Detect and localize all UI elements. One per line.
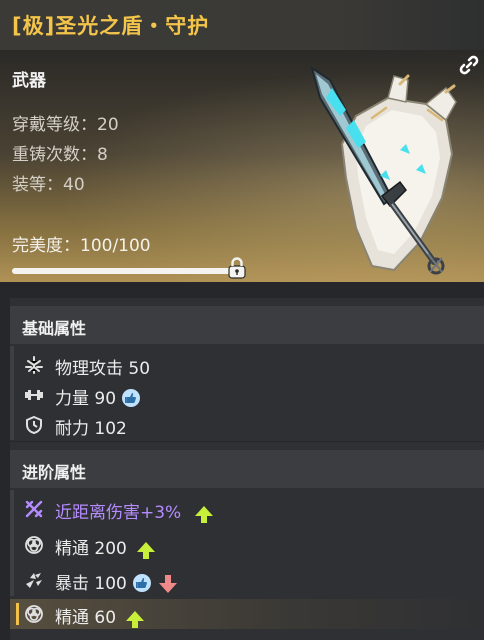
- advanced-attr-row-highlighted[interactable]: 精通 60: [10, 599, 484, 629]
- title-bar: [极]圣光之盾・守护: [0, 0, 484, 51]
- base-attr-row: 力量 90: [10, 380, 484, 410]
- selection-indicator: [16, 603, 19, 625]
- thumbs-up-icon: [132, 574, 151, 592]
- advanced-attr-label: 精通 200: [55, 534, 155, 559]
- base-attributes-header: 基础属性: [10, 306, 484, 344]
- advanced-attr-row: 精通 200: [10, 530, 484, 560]
- shield-clock-icon: [26, 415, 42, 435]
- arrow-down-icon: [158, 575, 177, 593]
- crossed-swords-icon: [25, 500, 43, 518]
- mastery-rings-icon: [25, 605, 43, 623]
- dumbbell-icon: [25, 390, 43, 400]
- arrow-up-icon: [195, 506, 214, 523]
- advanced-attributes-header: 进阶属性: [10, 450, 484, 488]
- perfection-label: 完美度：100/100: [12, 236, 151, 256]
- item-hero-panel: 武器 穿戴等级：20 重铸次数：8 装等：40 完美度：100/100: [0, 50, 484, 282]
- advanced-attr-row: 暴击 100: [10, 565, 484, 595]
- stat-gear-score: 装等：40: [12, 175, 85, 195]
- lock-icon[interactable]: [227, 257, 247, 279]
- perfection-bar: [12, 268, 236, 274]
- base-attr-label: 物理攻击 50: [55, 359, 151, 379]
- arrow-up-icon: [136, 542, 155, 559]
- thumbs-up-icon: [122, 389, 141, 407]
- arrow-up-icon: [126, 611, 145, 628]
- weapon-illustration: [310, 65, 457, 275]
- base-attr-row: 物理攻击 50: [10, 350, 484, 380]
- perfection-bar-fill: [12, 268, 236, 274]
- item-tooltip: [极]圣光之盾・守护 武器 穿戴等级：20 重铸次数：8 装等：40 完美度：1…: [0, 0, 484, 640]
- advanced-attr-row: 近距离伤害+3%: [10, 494, 484, 524]
- advanced-attributes-title: 进阶属性: [22, 463, 87, 482]
- advanced-attr-label: 暴击 100: [55, 569, 177, 594]
- base-attr-row: 耐力 102: [10, 410, 484, 440]
- stat-wear-level: 穿戴等级：20: [12, 115, 119, 135]
- advanced-attr-label: 近距离伤害+3%: [55, 498, 214, 523]
- item-category: 武器: [12, 71, 46, 91]
- stat-reforge-count: 重铸次数：8: [12, 145, 108, 165]
- base-attributes-title: 基础属性: [22, 319, 87, 338]
- base-attr-label: 力量 90: [55, 384, 141, 409]
- item-title: [极]圣光之盾・守护: [12, 14, 210, 38]
- advanced-attr-label: 精通 60: [55, 603, 145, 628]
- sword-burst-icon: [25, 356, 43, 374]
- mastery-rings-icon: [25, 536, 43, 554]
- base-attr-label: 耐力 102: [55, 419, 127, 439]
- crit-burst-icon: [26, 573, 42, 588]
